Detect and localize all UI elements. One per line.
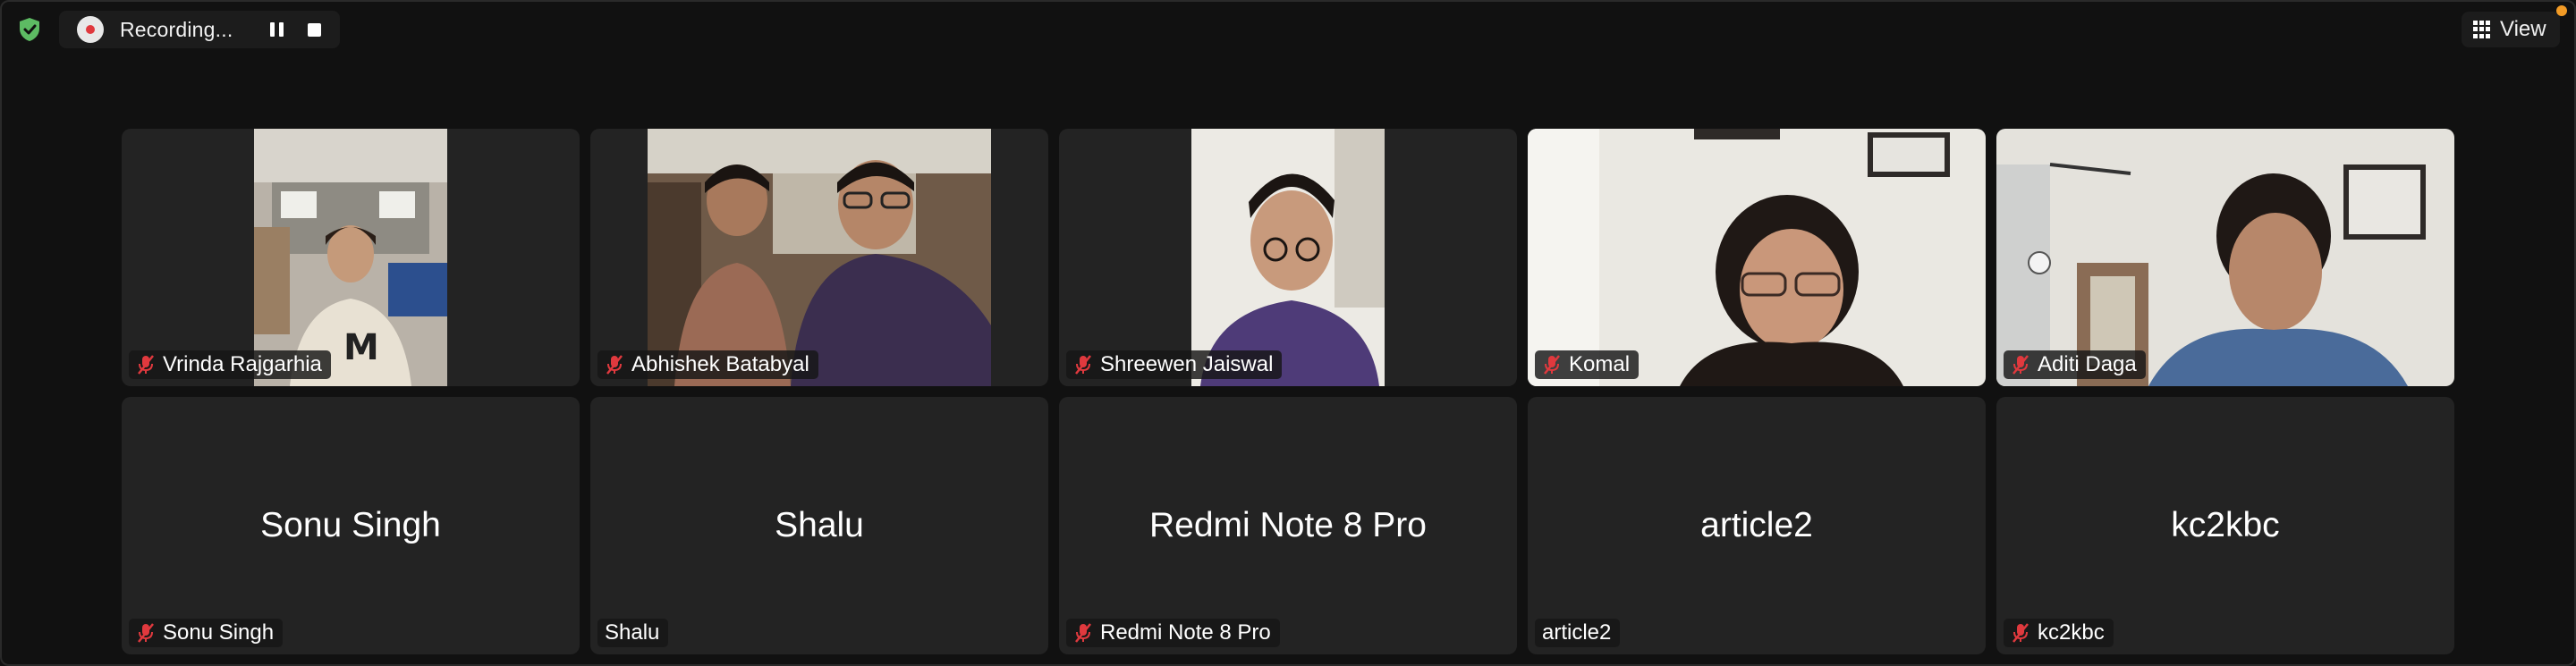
participant-display-name: Shalu [775,506,864,544]
participant-name: kc2kbc [2038,620,2105,645]
participant-name: Aditi Daga [2038,352,2137,376]
participant-tile[interactable]: Redmi Note 8 Pro Redmi Note 8 Pro [1059,397,1517,654]
muted-mic-icon [138,355,154,375]
participant-display-name: Sonu Singh [260,506,441,544]
participant-name: Shreewen Jaiswal [1100,352,1274,376]
participant-video: M [254,129,447,386]
participant-name: Vrinda Rajgarhia [163,352,322,376]
muted-mic-icon [138,623,154,643]
muted-mic-icon [2012,623,2029,643]
participant-display-name: Redmi Note 8 Pro [1149,506,1427,544]
participant-name-tag: article2 [1535,619,1621,647]
pause-recording-button[interactable] [267,20,286,39]
participant-tile[interactable]: Komal [1528,129,1986,386]
participant-tile[interactable]: Aditi Daga [1996,129,2454,386]
participant-name: article2 [1542,620,1612,645]
participant-name-tag: Shalu [597,619,669,647]
participant-tile[interactable]: Sonu Singh Sonu Singh [122,397,580,654]
participant-video [1996,129,2454,386]
participant-display-name: article2 [1700,506,1813,544]
participant-tile[interactable]: Shalu Shalu [590,397,1048,654]
view-button[interactable]: View [2462,12,2560,47]
participant-tile[interactable]: Abhishek Batabyal [590,129,1048,386]
participant-name-tag: Vrinda Rajgarhia [129,350,331,379]
participant-video [648,129,991,386]
participant-name: Komal [1569,352,1631,376]
grid-view-icon [2473,21,2491,38]
participant-display-name: kc2kbc [2171,506,2280,544]
participant-tile[interactable]: article2 article2 [1528,397,1986,654]
participant-name-tag: Komal [1535,350,1640,379]
participant-name: Sonu Singh [163,620,275,645]
participant-name-tag: kc2kbc [2004,619,2114,647]
participant-name: Shalu [605,620,660,645]
encryption-shield-icon[interactable] [16,16,43,43]
recording-indicator: Recording... [59,11,340,48]
participant-tile[interactable]: Shreewen Jaiswal [1059,129,1517,386]
muted-mic-icon [2012,355,2029,375]
participant-name: Redmi Note 8 Pro [1100,620,1271,645]
participant-tile[interactable]: M Vrinda Rajgarhia [122,129,580,386]
recording-dot-icon [77,16,104,43]
muted-mic-icon [1544,355,1560,375]
participant-video [1191,129,1385,386]
muted-mic-icon [1075,355,1091,375]
participant-name-tag: Shreewen Jaiswal [1066,350,1283,379]
notification-dot [2556,5,2567,16]
recording-label: Recording... [120,17,233,41]
view-label: View [2500,17,2546,41]
participant-name-tag: Redmi Note 8 Pro [1066,619,1280,647]
participant-name-tag: Abhishek Batabyal [597,350,818,379]
participant-name-tag: Aditi Daga [2004,350,2146,379]
participant-name: Abhishek Batabyal [631,352,809,376]
stop-recording-button[interactable] [304,20,324,39]
muted-mic-icon [606,355,623,375]
participant-name-tag: Sonu Singh [129,619,284,647]
svg-text:M: M [343,327,379,368]
muted-mic-icon [1075,623,1091,643]
participant-video [1528,129,1986,386]
participant-tile[interactable]: kc2kbc kc2kbc [1996,397,2454,654]
